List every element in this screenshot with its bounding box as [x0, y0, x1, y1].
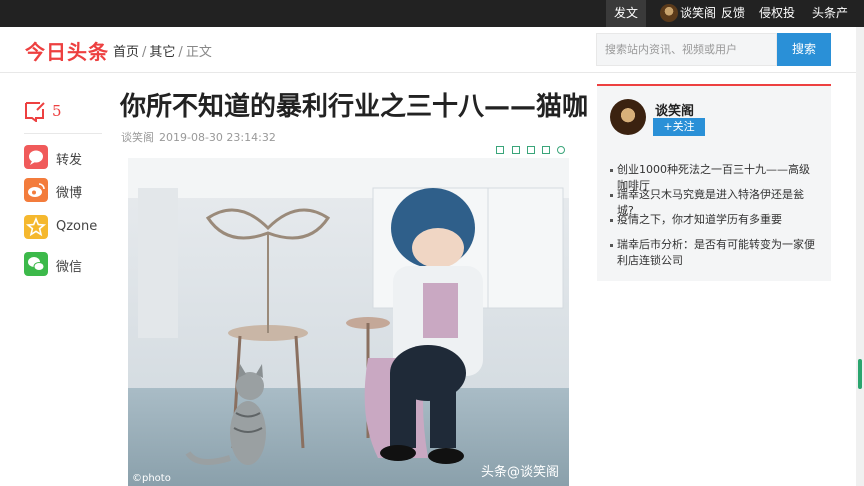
author-avatar[interactable] — [610, 99, 646, 135]
weibo-icon — [24, 178, 48, 202]
page-scrollbar[interactable] — [856, 27, 864, 486]
search-button[interactable]: 搜索 — [777, 33, 831, 66]
feedback-link[interactable]: 反馈 — [720, 0, 746, 27]
site-header: 今日头条 首页 / 其它 / 正文 搜索站内资讯、视频或用户 搜索 — [0, 27, 864, 73]
article-meta: 谈笑阁 2019-08-30 23:14:32 — [121, 129, 276, 145]
products-link[interactable]: 头条产品 — [808, 0, 852, 47]
breadcrumb-other[interactable]: 其它 — [149, 45, 175, 60]
breadcrumb-home[interactable]: 首页 — [113, 45, 139, 60]
comment-icon — [25, 102, 45, 122]
repost-icon — [24, 145, 48, 169]
comment-count[interactable]: 5 — [24, 100, 102, 134]
qzone-icon — [24, 215, 48, 239]
article-author[interactable]: 谈笑阁 — [121, 131, 154, 144]
author-name[interactable]: 谈笑阁 — [655, 100, 694, 119]
user-menu[interactable]: 谈笑阁 — [656, 0, 716, 27]
share-wechat-label: 微信 — [56, 260, 83, 275]
share-qzone-label: Qzone — [56, 219, 98, 234]
article-photo — [128, 158, 569, 486]
article-datetime: 2019-08-30 23:14:32 — [159, 131, 276, 144]
search-input[interactable]: 搜索站内资讯、视频或用户 — [596, 33, 777, 66]
share-weibo-label: 微博 — [56, 186, 83, 201]
share-wechat[interactable]: 微信 — [24, 252, 104, 276]
share-repost-label: 转发 — [56, 153, 83, 168]
article-image: ©photo 头条@谈笑阁 — [128, 158, 569, 486]
site-logo[interactable]: 今日头条 — [25, 36, 109, 65]
save-icon[interactable] — [527, 146, 535, 154]
photo-credit: ©photo — [132, 473, 171, 484]
article-title: 你所不知道的暴利行业之三十八——猫咖 — [120, 92, 589, 122]
share-icon[interactable] — [542, 146, 550, 154]
share-weibo[interactable]: 微博 — [24, 178, 104, 202]
image-toolbar — [496, 146, 568, 156]
fullscreen-icon[interactable] — [512, 146, 520, 154]
author-card: 谈笑阁 +关注 创业1000种死法之一百三十九——高级咖啡厅 瑞幸这只木马究竟是… — [597, 84, 831, 281]
bookmark-icon[interactable] — [496, 146, 504, 154]
breadcrumb: 首页 / 其它 / 正文 — [113, 45, 212, 60]
share-qzone[interactable]: Qzone — [24, 215, 104, 239]
settings-icon[interactable] — [557, 146, 565, 154]
report-link[interactable]: 侵权投诉 — [754, 0, 800, 47]
publish-link[interactable]: 发文 — [606, 0, 646, 27]
follow-button[interactable]: +关注 — [653, 118, 705, 136]
user-avatar — [660, 4, 678, 22]
recommended-article[interactable]: 瑞幸后市分析：是否有可能转变为一家便利店连锁公司 — [610, 237, 820, 269]
share-repost[interactable]: 转发 — [24, 145, 104, 169]
top-bar: 发文 谈笑阁 反馈 侵权投诉 头条产品 — [0, 0, 864, 47]
recommended-article[interactable]: 疫情之下，你才知道学历有多重要 — [610, 212, 820, 228]
user-name: 谈笑阁 — [680, 6, 717, 20]
wechat-icon — [24, 252, 48, 276]
image-watermark: 头条@谈笑阁 — [480, 465, 559, 480]
comment-count-number: 5 — [52, 102, 62, 120]
scrollbar-thumb[interactable] — [858, 359, 862, 389]
breadcrumb-current: 正文 — [185, 45, 212, 60]
